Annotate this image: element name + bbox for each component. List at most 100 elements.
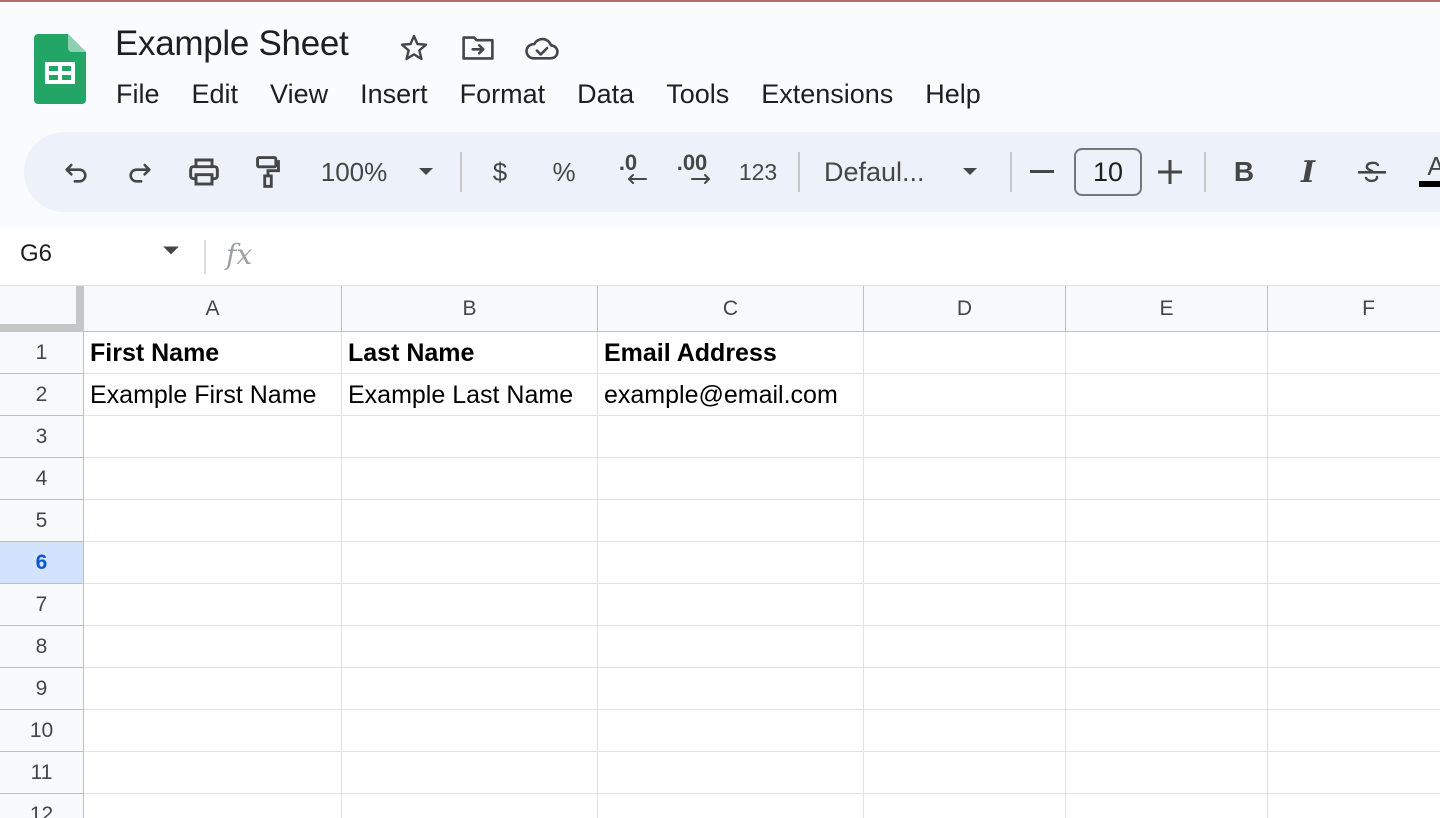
cell-e5[interactable] <box>1066 500 1268 542</box>
cell-a3[interactable] <box>84 416 342 458</box>
menu-insert[interactable]: Insert <box>344 76 444 112</box>
cell-b12[interactable] <box>342 794 598 818</box>
cell-c10[interactable] <box>598 710 864 752</box>
font-family-select[interactable]: Defaul... <box>824 132 944 212</box>
document-title[interactable]: Example Sheet <box>115 24 349 64</box>
cell-c3[interactable] <box>598 416 864 458</box>
cell-c8[interactable] <box>598 626 864 668</box>
cell-a10[interactable] <box>84 710 342 752</box>
cell-f11[interactable] <box>1268 752 1440 794</box>
menu-tools[interactable]: Tools <box>650 76 745 112</box>
print-icon[interactable] <box>182 132 226 212</box>
row-header-6[interactable]: 6 <box>0 542 84 584</box>
paint-format-icon[interactable] <box>246 132 290 212</box>
redo-icon[interactable] <box>118 132 162 212</box>
column-header-a[interactable]: A <box>84 286 342 332</box>
cell-e8[interactable] <box>1066 626 1268 668</box>
bold-button[interactable]: B <box>1226 132 1262 212</box>
cell-a11[interactable] <box>84 752 342 794</box>
strikethrough-icon[interactable] <box>1352 132 1392 212</box>
cell-b11[interactable] <box>342 752 598 794</box>
cell-f12[interactable] <box>1268 794 1440 818</box>
italic-button[interactable]: I <box>1290 132 1326 212</box>
zoom-chevron-down-icon[interactable] <box>412 132 440 212</box>
name-box-chevron-down-icon[interactable] <box>162 244 180 262</box>
row-header-12[interactable]: 12 <box>0 794 84 818</box>
font-size-input[interactable]: 10 <box>1074 148 1142 196</box>
cell-d6[interactable] <box>864 542 1066 584</box>
cell-b2[interactable]: Example Last Name <box>342 374 598 416</box>
cell-f8[interactable] <box>1268 626 1440 668</box>
increase-font-size-icon[interactable] <box>1154 132 1186 212</box>
cell-d8[interactable] <box>864 626 1066 668</box>
cell-d10[interactable] <box>864 710 1066 752</box>
name-box[interactable]: G6 <box>20 240 52 268</box>
row-header-8[interactable]: 8 <box>0 626 84 668</box>
menu-file[interactable]: File <box>100 76 176 112</box>
cell-e10[interactable] <box>1066 710 1268 752</box>
cell-b6[interactable] <box>342 542 598 584</box>
cell-f6[interactable] <box>1268 542 1440 584</box>
row-header-10[interactable]: 10 <box>0 710 84 752</box>
cell-d4[interactable] <box>864 458 1066 500</box>
cell-d12[interactable] <box>864 794 1066 818</box>
cell-c2[interactable]: example@email.com <box>598 374 864 416</box>
cell-b9[interactable] <box>342 668 598 710</box>
row-header-11[interactable]: 11 <box>0 752 84 794</box>
cell-a12[interactable] <box>84 794 342 818</box>
cell-f9[interactable] <box>1268 668 1440 710</box>
cell-d3[interactable] <box>864 416 1066 458</box>
cell-e7[interactable] <box>1066 584 1268 626</box>
cloud-saved-icon[interactable] <box>524 30 560 66</box>
cell-a1[interactable]: First Name <box>84 332 342 374</box>
cell-d1[interactable] <box>864 332 1066 374</box>
cell-a4[interactable] <box>84 458 342 500</box>
currency-format-button[interactable]: $ <box>482 132 518 212</box>
cell-e2[interactable] <box>1066 374 1268 416</box>
cell-b5[interactable] <box>342 500 598 542</box>
menu-view[interactable]: View <box>254 76 344 112</box>
cell-c7[interactable] <box>598 584 864 626</box>
increase-decimal-button[interactable]: .00 <box>668 132 716 212</box>
cell-f10[interactable] <box>1268 710 1440 752</box>
cell-d11[interactable] <box>864 752 1066 794</box>
percent-format-button[interactable]: % <box>546 132 582 212</box>
cell-a7[interactable] <box>84 584 342 626</box>
cell-b1[interactable]: Last Name <box>342 332 598 374</box>
cell-e12[interactable] <box>1066 794 1268 818</box>
cell-c5[interactable] <box>598 500 864 542</box>
row-header-3[interactable]: 3 <box>0 416 84 458</box>
cell-c4[interactable] <box>598 458 864 500</box>
row-header-7[interactable]: 7 <box>0 584 84 626</box>
cell-a2[interactable]: Example First Name <box>84 374 342 416</box>
column-header-b[interactable]: B <box>342 286 598 332</box>
cell-b8[interactable] <box>342 626 598 668</box>
cell-e4[interactable] <box>1066 458 1268 500</box>
cell-f5[interactable] <box>1268 500 1440 542</box>
row-header-5[interactable]: 5 <box>0 500 84 542</box>
cell-a9[interactable] <box>84 668 342 710</box>
number-format-button[interactable]: 123 <box>734 132 782 212</box>
cell-f2[interactable] <box>1268 374 1440 416</box>
cell-d5[interactable] <box>864 500 1066 542</box>
menu-format[interactable]: Format <box>444 76 562 112</box>
cell-f7[interactable] <box>1268 584 1440 626</box>
cell-c1[interactable]: Email Address <box>598 332 864 374</box>
decrease-font-size-icon[interactable] <box>1026 132 1058 212</box>
row-header-1[interactable]: 1 <box>0 332 84 374</box>
star-icon[interactable] <box>396 30 432 66</box>
menu-edit[interactable]: Edit <box>176 76 255 112</box>
cell-d2[interactable] <box>864 374 1066 416</box>
row-header-2[interactable]: 2 <box>0 374 84 416</box>
cell-b7[interactable] <box>342 584 598 626</box>
cell-b3[interactable] <box>342 416 598 458</box>
column-header-e[interactable]: E <box>1066 286 1268 332</box>
cell-c12[interactable] <box>598 794 864 818</box>
cell-c6[interactable] <box>598 542 864 584</box>
cell-a5[interactable] <box>84 500 342 542</box>
column-header-d[interactable]: D <box>864 286 1066 332</box>
zoom-select[interactable]: 100% <box>314 132 394 212</box>
sheets-logo-icon[interactable] <box>34 34 86 104</box>
decrease-decimal-button[interactable]: .0 <box>604 132 652 212</box>
cell-e9[interactable] <box>1066 668 1268 710</box>
